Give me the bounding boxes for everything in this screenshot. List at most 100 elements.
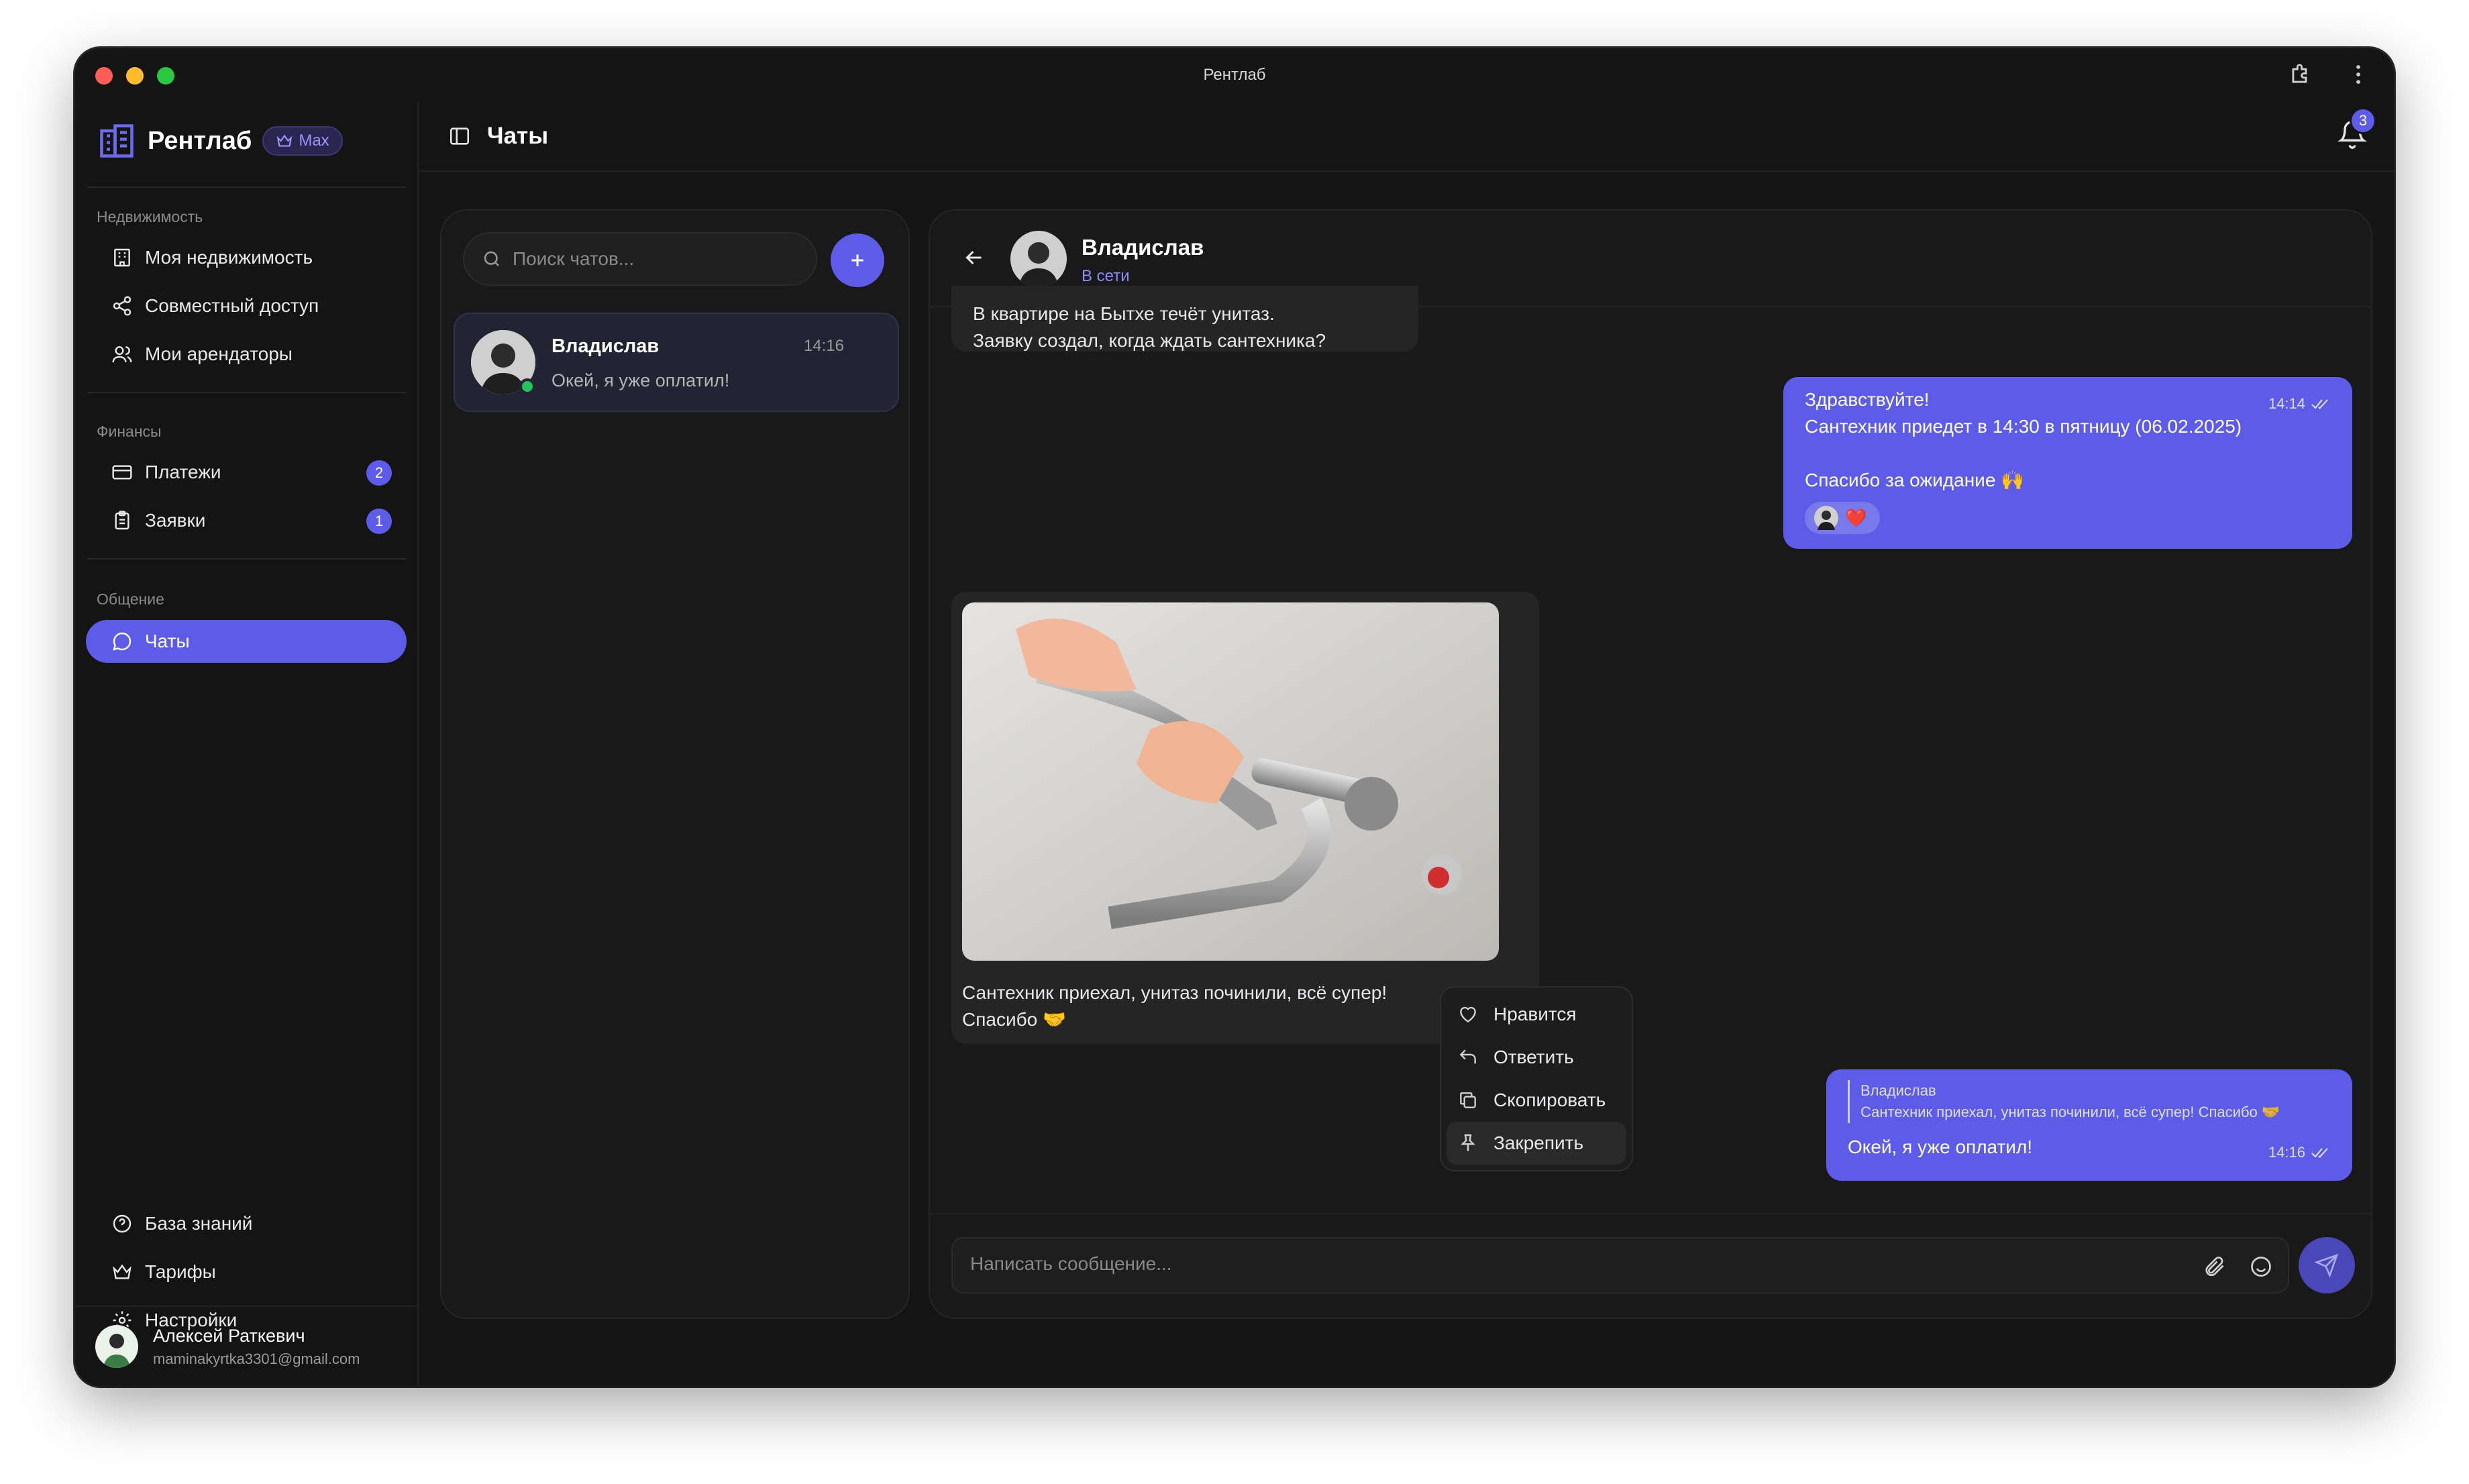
message-line: Окей, я уже оплатил! (1848, 1136, 2033, 1157)
chat-item-name: Владислав (551, 335, 660, 357)
sidebar-item-label: База знаний (145, 1213, 253, 1234)
more-vertical-icon[interactable] (2346, 62, 2371, 87)
extension-icon[interactable] (2288, 62, 2313, 87)
notifications-button[interactable]: 3 (2337, 107, 2376, 152)
app-window: Рентлаб Рентлаб Max Недвижимость Моя нед… (75, 48, 2394, 1386)
chat-list-panel: Владислав 14:16 Окей, я уже оплатил! (440, 209, 910, 1319)
reply-icon (1459, 1049, 1476, 1064)
menu-item-label: Нравится (1493, 1004, 1577, 1024)
paperclip-icon[interactable] (2202, 1255, 2226, 1279)
message-meta: 14:16 (2268, 1139, 2331, 1166)
avatar[interactable] (1010, 231, 1067, 287)
message-reactions[interactable]: ❤️ (1805, 502, 1880, 534)
chat-icon (113, 632, 132, 651)
outgoing-reply-message[interactable]: Владислав Сантехник приехал, унитаз почи… (1826, 1069, 2352, 1181)
message-line: Сантехник приедет в 14:30 в пятницу (06.… (1805, 416, 2242, 437)
double-check-icon (2311, 399, 2328, 409)
send-icon (2315, 1253, 2339, 1277)
menu-item-label: Закрепить (1493, 1132, 1584, 1153)
emoji-icon[interactable] (2249, 1255, 2273, 1279)
card-icon (112, 465, 132, 480)
menu-item-label: Скопировать (1493, 1090, 1606, 1110)
search-icon (484, 251, 499, 266)
brand[interactable]: Рентлаб Max (97, 121, 343, 161)
message-composer (930, 1213, 2371, 1318)
sidebar-item-label: Тарифы (145, 1261, 216, 1282)
titlebar-actions (2288, 62, 2371, 87)
help-icon (113, 1214, 132, 1233)
contact-avatar-icon (1010, 231, 1067, 287)
new-chat-button[interactable] (831, 233, 884, 287)
user-email: maminakyrtka3301@gmail.com (153, 1350, 360, 1367)
building-logo-icon (100, 124, 134, 158)
message-time: 14:14 (2268, 395, 2305, 412)
sidebar-item-payments[interactable]: Платежи 2 (86, 451, 407, 494)
send-button[interactable] (2299, 1237, 2355, 1293)
incoming-image-message[interactable]: Сантехник приехал, унитаз починили, всё … (951, 592, 1539, 1044)
arrow-left-icon[interactable] (962, 246, 986, 270)
requests-count-badge: 1 (366, 509, 392, 534)
contact-name: Владислав (1082, 235, 1204, 260)
users-icon (112, 346, 132, 363)
heart-icon (1460, 1006, 1476, 1023)
sidebar-item-label: Чаты (145, 631, 190, 651)
minimize-window-button[interactable] (126, 67, 144, 85)
pin-icon (1461, 1134, 1475, 1151)
incoming-message[interactable]: В квартире на Бытхе течёт унитаз. Заявку… (951, 286, 1418, 352)
sidebar-item-label: Платежи (145, 462, 221, 482)
menu-item-like[interactable]: Нравится (1447, 993, 1626, 1036)
sidebar-item-label: Совместный доступ (145, 295, 319, 316)
sidebar-item-label: Мои арендаторы (145, 343, 293, 364)
close-window-button[interactable] (95, 67, 113, 85)
section-label-realty: Недвижимость (97, 208, 203, 225)
plan-badge[interactable]: Max (262, 126, 343, 156)
sidebar-item-knowledge-base[interactable]: База знаний (86, 1202, 407, 1245)
message-line: Спасибо за ожидание 🙌 (1805, 470, 2025, 490)
sidebar-item-my-realty[interactable]: Моя недвижимость (86, 236, 407, 279)
reaction-heart: ❤️ (1845, 508, 1867, 528)
menu-item-copy[interactable]: Скопировать (1447, 1079, 1626, 1122)
plan-label: Max (299, 131, 329, 150)
chat-item-time: 14:16 (803, 337, 844, 355)
divider (87, 558, 407, 560)
title-bar: Рентлаб (75, 48, 2394, 102)
quoted-name: Владислав (1860, 1082, 1936, 1099)
maximize-window-button[interactable] (157, 67, 174, 85)
chat-list-item[interactable]: Владислав 14:16 Окей, я уже оплатил! (454, 313, 899, 412)
sidebar-item-shared-access[interactable]: Совместный доступ (86, 284, 407, 327)
plus-icon (851, 254, 863, 266)
sidebar-item-tenants[interactable]: Мои арендаторы (86, 333, 407, 376)
user-name: Алексей Раткевич (153, 1325, 305, 1346)
sidebar-item-requests[interactable]: Заявки 1 (86, 499, 407, 542)
notifications-count-badge: 3 (2350, 107, 2376, 134)
menu-item-reply[interactable]: Ответить (1447, 1036, 1626, 1079)
online-indicator (519, 378, 535, 394)
window-controls (95, 67, 174, 85)
sidebar-toggle-icon[interactable] (448, 125, 471, 148)
quoted-message[interactable]: Владислав Сантехник приехал, унитаз почи… (1848, 1080, 2331, 1123)
payments-count-badge: 2 (366, 460, 392, 486)
wrench-image (962, 602, 1499, 961)
section-label-communication: Общение (97, 590, 164, 608)
message-input[interactable] (970, 1253, 2111, 1275)
crown-icon (113, 1264, 132, 1279)
chat-search[interactable] (463, 232, 817, 286)
conversation-panel: Владислав В сети В квартире на Бытхе теч… (929, 209, 2372, 1319)
message-line: В квартире на Бытхе течёт унитаз. (973, 303, 1275, 324)
user-profile[interactable]: Алексей Раткевич maminakyrtka3301@gmail.… (75, 1306, 417, 1386)
chat-item-preview: Окей, я уже оплатил! (551, 370, 730, 390)
brand-name: Рентлаб (148, 126, 252, 155)
message-input-box[interactable] (951, 1237, 2289, 1293)
chat-search-input[interactable] (513, 248, 794, 270)
sidebar-item-tariffs[interactable]: Тарифы (86, 1251, 407, 1293)
divider (87, 392, 407, 393)
outgoing-message[interactable]: Здравствуйте! Сантехник приедет в 14:30 … (1783, 377, 2352, 549)
building-icon (114, 248, 130, 267)
plumber-photo[interactable] (962, 602, 1499, 961)
menu-item-pin[interactable]: Закрепить (1447, 1122, 1626, 1165)
message-context-menu: Нравится Ответить Скопировать Закрепить (1440, 986, 1633, 1171)
window-title: Рентлаб (1203, 66, 1266, 84)
section-label-finance: Финансы (97, 423, 162, 440)
reaction-avatar-icon (1814, 506, 1838, 530)
sidebar-item-chats[interactable]: Чаты (86, 620, 407, 663)
